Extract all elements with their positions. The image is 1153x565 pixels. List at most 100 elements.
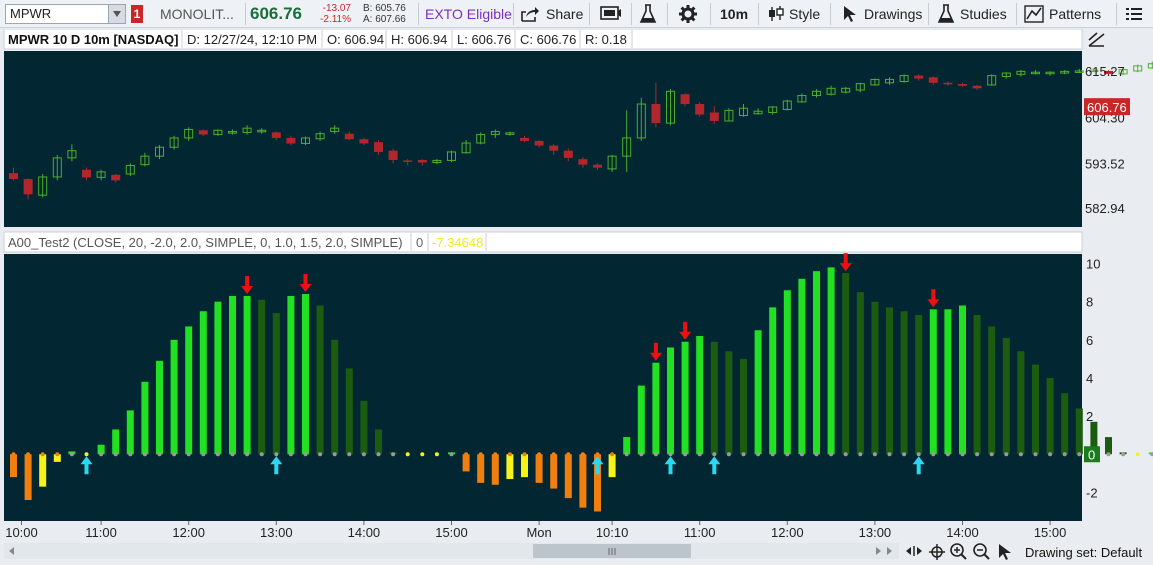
timeframe-label: 10m	[720, 6, 749, 22]
study-value-1: -7.34648	[432, 235, 483, 250]
time-tick-label: 11:00	[684, 525, 716, 540]
histogram-bar	[1002, 337, 1010, 457]
histogram-bar	[1046, 377, 1054, 457]
share-button[interactable]: Share	[520, 0, 583, 28]
change-percent: -2.11%	[320, 14, 351, 25]
histogram-bar	[915, 315, 923, 457]
lab-button[interactable]	[639, 0, 657, 28]
histogram-bar	[170, 339, 178, 457]
histogram-bar	[813, 271, 820, 457]
time-tick-label: 12:00	[771, 525, 804, 540]
histogram-bar	[302, 294, 309, 457]
histogram-bar	[973, 315, 981, 457]
time-tick-label: 15:00	[435, 525, 468, 540]
horizontal-scrollbar[interactable]	[4, 543, 899, 559]
histogram-bar	[243, 295, 251, 457]
histogram-bar	[637, 385, 645, 457]
study-tick-label: 4	[1086, 371, 1093, 386]
menu-button[interactable]	[1126, 0, 1142, 28]
histogram-bar	[886, 307, 893, 457]
study-tick-label: 8	[1086, 295, 1093, 310]
price-tick-label: 582.94	[1085, 201, 1125, 216]
histogram-bar	[827, 267, 835, 457]
settings-button[interactable]	[678, 0, 698, 28]
symbol-text: MPWR	[10, 6, 52, 21]
histogram-bar	[783, 290, 791, 457]
exto-eligible-link[interactable]: EXTO Eligible	[425, 0, 512, 28]
study-value-0: 0	[416, 235, 423, 250]
time-tick-label: 10:10	[596, 525, 629, 540]
histogram-bar	[39, 452, 47, 487]
time-tick-label: 14:00	[348, 525, 381, 540]
flask-icon	[639, 4, 657, 23]
style-label: Style	[789, 6, 821, 22]
histogram-bar	[1061, 393, 1069, 457]
histogram-bar	[798, 278, 806, 457]
histogram-bar	[842, 273, 850, 457]
chart-title: MPWR 10 D 10m [NASDAQ]	[8, 32, 178, 47]
beaker-icon	[937, 4, 955, 23]
histogram-bar	[375, 429, 382, 457]
studies-button[interactable]: Studies	[937, 0, 1007, 28]
share-icon	[521, 7, 539, 22]
last-price: 606.76	[250, 4, 302, 23]
study-name: A00_Test2 (CLOSE, 20, -2.0, 2.0, SIMPLE,…	[8, 235, 403, 250]
time-tick-label: 15:00	[1034, 525, 1067, 540]
histogram-bar	[229, 295, 236, 457]
drawing-set-label[interactable]: Drawing set: Default	[1025, 545, 1142, 560]
patterns-label: Patterns	[1049, 6, 1102, 22]
histogram-bar	[754, 330, 762, 457]
patterns-button[interactable]: Patterns	[1024, 0, 1101, 28]
histogram-bar	[1032, 364, 1039, 457]
histogram-bar	[258, 299, 266, 457]
histogram-bar	[944, 309, 952, 457]
candle	[695, 101, 705, 117]
time-tick-label: 11:00	[85, 525, 117, 540]
histogram-bar	[24, 452, 32, 501]
time-tick-label: 14:00	[946, 525, 979, 540]
company-name: MONOLIT...	[160, 6, 234, 22]
histogram-bar	[608, 452, 616, 478]
histogram-bar	[535, 452, 543, 483]
histogram-bar	[725, 351, 733, 457]
histogram-bar	[521, 452, 528, 478]
histogram-bar	[623, 437, 631, 457]
histogram-bar	[272, 313, 280, 457]
histogram-bar	[287, 295, 295, 457]
menu-list-icon	[1126, 8, 1142, 20]
symbol-dropdown-icon[interactable]	[108, 5, 125, 23]
histogram-bar	[871, 301, 879, 457]
chart-area[interactable]: MPWR 10 D 10m [NASDAQ] D: 12/27/24, 12:1…	[0, 29, 1153, 565]
histogram-bar	[84, 452, 89, 457]
current-price-badge: 606.76	[1084, 98, 1130, 116]
timeframe-button[interactable]: 10m	[720, 0, 748, 28]
drawings-button[interactable]: Drawings	[842, 0, 922, 28]
current-price-label: 606.76	[1087, 100, 1127, 115]
histogram-bar	[667, 347, 674, 457]
histogram-bar	[579, 452, 587, 508]
histogram-bar	[696, 336, 704, 457]
study-tick-label: -2	[1086, 485, 1098, 500]
histogram-bar	[740, 358, 747, 457]
histogram-bar	[360, 400, 368, 457]
message-button[interactable]	[600, 0, 622, 28]
histogram-bar	[1075, 408, 1083, 457]
time-tick-label: 13:00	[260, 525, 293, 540]
study-tick-label: 10	[1086, 257, 1100, 272]
histogram-bar	[331, 339, 339, 457]
symbol-input[interactable]: MPWR	[5, 4, 126, 24]
studies-label: Studies	[960, 6, 1007, 22]
bar-range: R: 0.18	[585, 32, 627, 47]
change-value: -13.07	[322, 3, 351, 14]
price-tick-label: 615.27	[1085, 64, 1125, 79]
histogram-bar	[491, 452, 499, 485]
histogram-bar	[316, 305, 324, 457]
histogram-bar	[126, 410, 134, 457]
style-button[interactable]: Style	[767, 0, 820, 28]
histogram-bar	[900, 311, 908, 457]
link-badge[interactable]: 1	[131, 5, 143, 23]
cursor-icon	[844, 6, 856, 22]
study-tick-label: 6	[1086, 333, 1093, 348]
histogram-bar	[988, 326, 996, 457]
histogram-bar	[434, 452, 439, 457]
